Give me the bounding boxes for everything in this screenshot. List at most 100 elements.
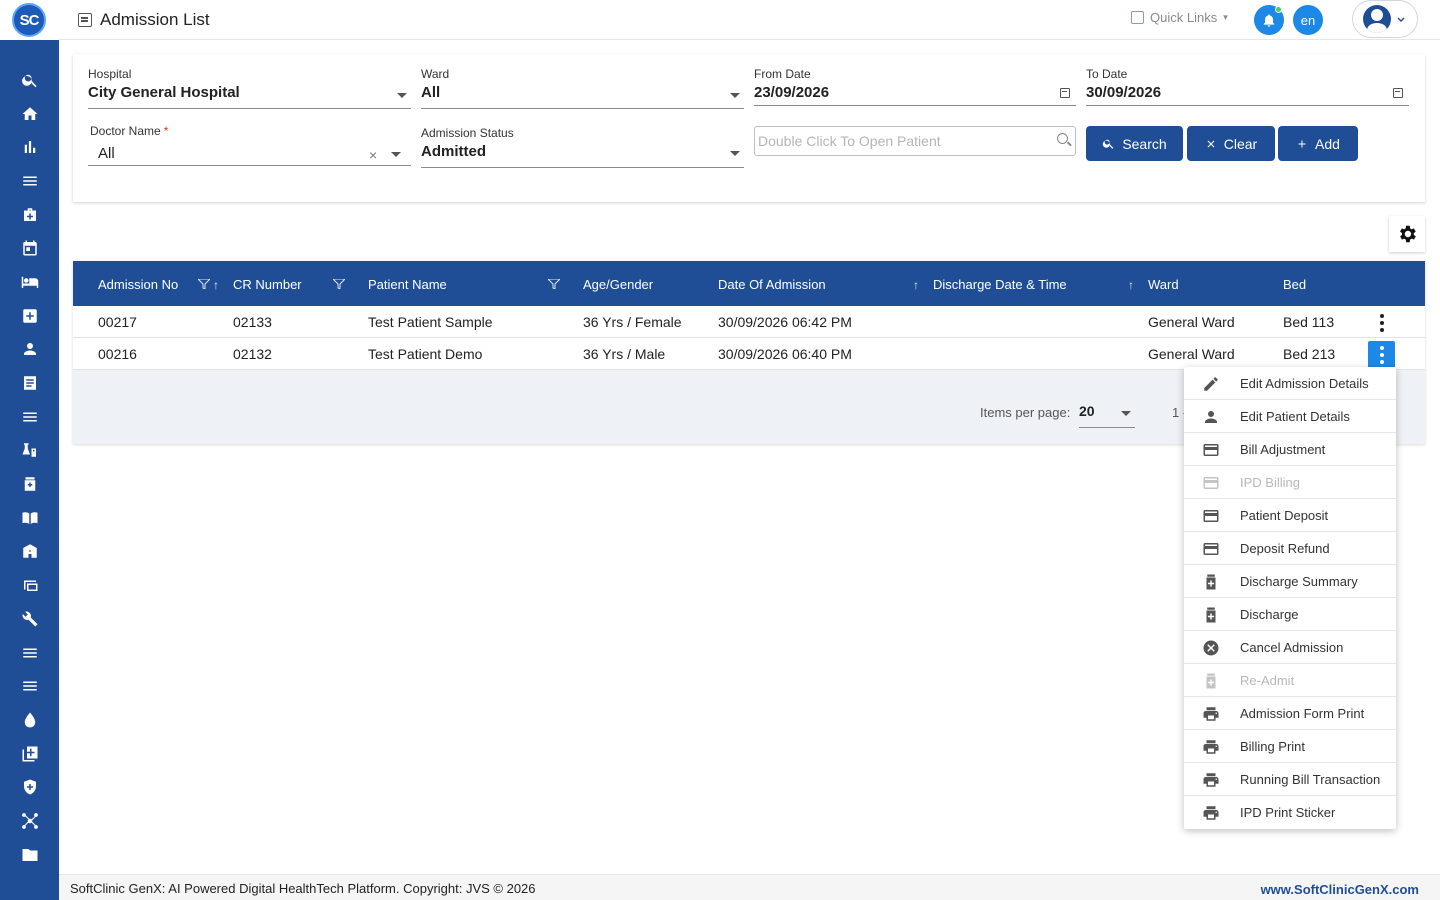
menu-item-ipd-print-sticker[interactable]: IPD Print Sticker [1184, 796, 1396, 829]
column-header-patient-name[interactable]: Patient Name [368, 277, 447, 292]
shield-icon[interactable] [0, 770, 59, 804]
row-actions-button[interactable] [1368, 341, 1395, 368]
add-button[interactable]: Add [1278, 126, 1358, 161]
search-icon[interactable] [1057, 133, 1068, 144]
clear-icon[interactable]: × [369, 147, 377, 163]
menu-item-discharge-summary[interactable]: Discharge Summary [1184, 565, 1396, 598]
filter-icon[interactable] [333, 279, 345, 289]
menu-item-cancel-admission[interactable]: Cancel Admission [1184, 631, 1396, 664]
admission-status-label: Admission Status [421, 126, 514, 140]
menu-item-deposit-refund[interactable]: Deposit Refund [1184, 532, 1396, 565]
add-box-icon[interactable] [0, 737, 59, 771]
patient-search-input[interactable] [755, 127, 1045, 155]
column-header-cr-number[interactable]: CR Number [233, 277, 302, 292]
menu-icon[interactable] [0, 164, 59, 198]
person-icon[interactable] [0, 333, 59, 367]
printer-icon [1203, 740, 1219, 754]
menu-item-discharge[interactable]: Discharge [1184, 598, 1396, 631]
notifications-button[interactable] [1254, 5, 1284, 35]
credit-card-icon [1203, 444, 1219, 456]
devices-icon[interactable] [0, 568, 59, 602]
ward-select[interactable]: Ward All [421, 67, 744, 109]
hospital-select[interactable]: Hospital City General Hospital [88, 67, 411, 109]
quick-links-menu[interactable]: Quick Links ▾ [1131, 10, 1228, 25]
sort-arrow-icon[interactable]: ↑ [913, 278, 919, 292]
calendar-icon[interactable] [0, 231, 59, 265]
folder-icon[interactable] [0, 838, 59, 872]
column-header-admission-no[interactable]: Admission No [98, 277, 178, 292]
items-per-page-select[interactable]: 20 [1079, 403, 1135, 428]
home-icon[interactable] [0, 97, 59, 131]
bar-chart-icon[interactable] [0, 130, 59, 164]
menu-item-label: Cancel Admission [1240, 640, 1344, 655]
row-actions-menu: Edit Admission Details Edit Patient Deta… [1184, 367, 1396, 829]
sidebar-nav [0, 63, 59, 872]
menu-item-running-bill-transaction[interactable]: Running Bill Transaction [1184, 763, 1396, 796]
page-title: Admission List [100, 10, 210, 29]
column-header-date-of-admission[interactable]: Date Of Admission [718, 277, 826, 292]
building-icon[interactable] [0, 535, 59, 569]
hospital-plus-icon[interactable] [0, 299, 59, 333]
menu-item-bill-adjustment[interactable]: Bill Adjustment [1184, 433, 1396, 466]
clear-button[interactable]: Clear [1187, 126, 1275, 161]
filter-icon[interactable] [198, 279, 210, 289]
row-actions-button[interactable] [1368, 309, 1395, 336]
menu-item-ipd-billing[interactable]: IPD Billing [1184, 466, 1396, 499]
medicine-icon[interactable] [0, 467, 59, 501]
drop-icon[interactable] [0, 703, 59, 737]
lab-icon[interactable] [0, 434, 59, 468]
filter-icon[interactable] [548, 279, 560, 289]
sort-arrow-icon[interactable]: ↑ [213, 278, 219, 292]
menu-item-label: Re-Admit [1240, 673, 1295, 688]
menu-item-edit-patient-details[interactable]: Edit Patient Details [1184, 400, 1396, 433]
table-body: 00217 02133 Test Patient Sample 36 Yrs /… [73, 306, 1425, 370]
search-icon[interactable] [0, 63, 59, 97]
column-header-ward[interactable]: Ward [1148, 277, 1179, 292]
from-date-field[interactable]: From Date 23/09/2026 [754, 67, 1076, 109]
medical-bag-icon[interactable] [0, 198, 59, 232]
table-row[interactable]: 00217 02133 Test Patient Sample 36 Yrs /… [73, 306, 1425, 338]
list-icon[interactable] [0, 636, 59, 670]
menu-item-edit-admission-details[interactable]: Edit Admission Details [1184, 367, 1396, 400]
chevron-down-icon [1121, 411, 1131, 416]
chevron-down-icon: ▾ [1223, 12, 1228, 22]
date-of-admission-cell: 30/09/2026 06:40 PM [718, 346, 852, 362]
medicine-bottle-icon [1206, 574, 1216, 590]
bed-icon[interactable] [0, 265, 59, 299]
network-icon[interactable] [0, 804, 59, 838]
menu-item-label: Patient Deposit [1240, 508, 1329, 523]
menu-item-re-admit[interactable]: Re-Admit [1184, 664, 1396, 697]
list-icon[interactable] [0, 400, 59, 434]
admission-no-cell: 00217 [98, 314, 137, 330]
search-button[interactable]: Search [1086, 126, 1183, 161]
admission-status-select[interactable]: Admission Status Admitted [421, 126, 744, 168]
document-icon[interactable] [0, 366, 59, 400]
menu-item-label: IPD Print Sticker [1240, 805, 1336, 820]
menu-item-admission-form-print[interactable]: Admission Form Print [1184, 697, 1396, 730]
menu-item-billing-print[interactable]: Billing Print [1184, 730, 1396, 763]
sort-arrow-icon[interactable]: ↑ [1128, 278, 1134, 292]
table-header: Admission No ↑ CR Number Patient Name Ag… [73, 261, 1425, 306]
ward-cell: General Ward [1148, 346, 1235, 362]
app-logo[interactable]: SC [12, 3, 46, 37]
doctor-select[interactable]: Doctor Name * All × [88, 124, 411, 166]
language-button[interactable]: en [1293, 5, 1323, 35]
column-header-discharge[interactable]: Discharge Date & Time [933, 277, 1067, 292]
footer-website-link[interactable]: www.SoftClinicGenX.com [1261, 882, 1419, 897]
wrench-icon[interactable] [0, 602, 59, 636]
calendar-icon[interactable] [1060, 88, 1070, 98]
calendar-icon[interactable] [1393, 88, 1403, 98]
book-icon[interactable] [0, 501, 59, 535]
from-date-label: From Date [754, 67, 811, 81]
to-date-field[interactable]: To Date 30/09/2026 [1086, 67, 1409, 109]
menu-item-patient-deposit[interactable]: Patient Deposit [1184, 499, 1396, 532]
credit-card-icon [1203, 477, 1219, 489]
table-row[interactable]: 00216 02132 Test Patient Demo 36 Yrs / M… [73, 338, 1425, 370]
list-icon[interactable] [0, 669, 59, 703]
add-button-label: Add [1315, 135, 1340, 152]
table-settings-button[interactable] [1389, 216, 1425, 252]
admission-no-cell: 00216 [98, 346, 137, 362]
profile-menu[interactable] [1352, 0, 1418, 38]
column-header-age-gender[interactable]: Age/Gender [583, 277, 653, 292]
column-header-bed[interactable]: Bed [1283, 277, 1306, 292]
